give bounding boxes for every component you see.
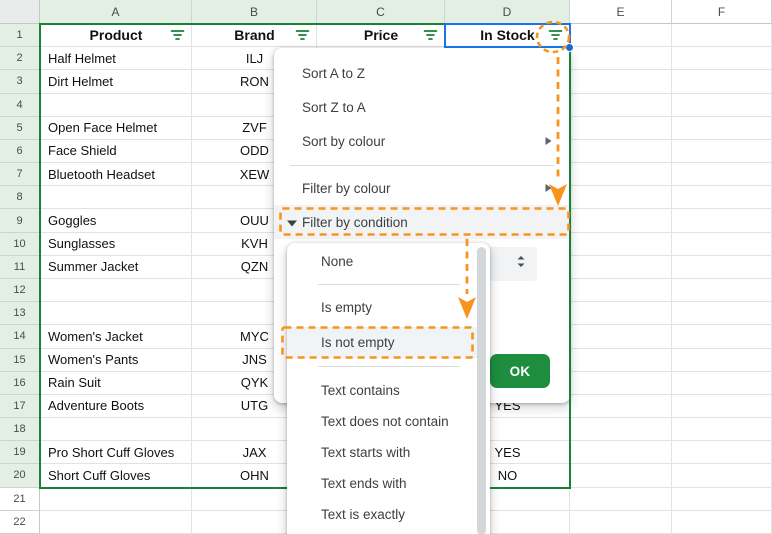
row-header-9[interactable]: 9 [0,209,40,233]
cell-A9-product[interactable]: Goggles [40,209,192,231]
row-header-16[interactable]: 16 [0,371,40,395]
condition-option-text-ends-with[interactable]: Text ends with [287,468,477,499]
cell-A15-product[interactable]: Women's Pants [40,349,192,371]
condition-option-none[interactable]: None [287,246,477,277]
condition-option-text-is-exactly[interactable]: Text is exactly [287,499,477,530]
filter-icon[interactable] [169,28,185,42]
cell-A17-product[interactable]: Adventure Boots [40,395,192,417]
row-header-12[interactable]: 12 [0,278,40,303]
cell-A2-product[interactable]: Half Helmet [40,47,192,69]
header-cell-price[interactable]: Price [317,24,445,46]
column-header-D[interactable]: D [445,0,570,24]
column-header-C[interactable]: C [317,0,445,24]
cell-A6-product[interactable]: Face Shield [40,140,192,162]
header-cell-brand[interactable]: Brand [192,24,317,46]
row-header-1[interactable]: 1 [0,24,40,48]
unfold-more-icon [516,255,526,274]
condition-option-is-empty[interactable]: Is empty [287,292,477,323]
cell-A3-product[interactable]: Dirt Helmet [40,70,192,92]
cell-A19-product[interactable]: Pro Short Cuff Gloves [40,441,192,463]
row-header-10[interactable]: 10 [0,232,40,256]
row-header-14[interactable]: 14 [0,325,40,349]
row-header-15[interactable]: 15 [0,348,40,372]
header-row: Product Brand Price In Stock [40,24,772,48]
column-header-A[interactable]: A [40,0,192,24]
menu-item-label: Sort A to Z [302,65,366,81]
submenu-arrow-icon [545,181,552,196]
row-header-8[interactable]: 8 [0,186,40,210]
condition-option-text-starts-with[interactable]: Text starts with [287,437,477,468]
cell-A7-product[interactable]: Bluetooth Headset [40,163,192,185]
select-all-corner[interactable] [0,0,40,24]
row-header-18[interactable]: 18 [0,418,40,442]
header-label: In Stock [480,27,535,44]
menu-divider [318,366,460,367]
cell-A5-product[interactable]: Open Face Helmet [40,117,192,139]
menu-item-label: Sort by colour [302,133,386,149]
row-header-22[interactable]: 22 [0,510,40,534]
menu-divider [290,165,554,166]
expand-triangle-icon [287,215,297,230]
cell-A10-product[interactable]: Sunglasses [40,233,192,255]
column-header-E[interactable]: E [570,0,672,24]
menu-item-sort-z-to-a[interactable]: Sort Z to A [274,90,570,124]
filter-icon[interactable] [547,28,563,42]
header-cell-in-stock[interactable]: In Stock [445,24,570,46]
spreadsheet-app: ABCDEF 1 2 3 4 5 6 7 8 9 10 11 12 13 14 15 16 17 18 19 20 21… [0,0,772,534]
cell-A20-product[interactable]: Short Cuff Gloves [40,464,192,486]
ok-button[interactable]: OK [490,354,550,388]
submenu-arrow-icon [545,134,552,149]
condition-option-is-not-empty[interactable]: Is not empty [287,327,477,358]
scrollbar-thumb[interactable] [477,247,486,534]
cell-A16-product[interactable]: Rain Suit [40,372,192,394]
menu-item-sort-a-to-z[interactable]: Sort A to Z [274,56,570,90]
filter-icon[interactable] [294,28,310,42]
filter-icon[interactable] [422,28,438,42]
row-header-19[interactable]: 19 [0,441,40,465]
menu-item-label: Filter by colour [302,180,391,196]
menu-item-filter-by-condition[interactable]: Filter by condition [274,205,570,239]
column-header-B[interactable]: B [192,0,317,24]
row-header-4[interactable]: 4 [0,93,40,117]
menu-item-label: Sort Z to A [302,99,366,115]
row-header-13[interactable]: 13 [0,302,40,326]
header-cell-product[interactable]: Product [40,24,192,46]
row-header-3[interactable]: 3 [0,70,40,94]
row-header-7[interactable]: 7 [0,163,40,187]
condition-menu-scrollbar[interactable] [477,247,486,534]
row-header-5[interactable]: 5 [0,116,40,140]
header-label: Price [363,27,399,44]
cell-A11-product[interactable]: Summer Jacket [40,256,192,278]
row-header-11[interactable]: 11 [0,255,40,279]
cell-A14-product[interactable]: Women's Jacket [40,325,192,347]
row-header-17[interactable]: 17 [0,394,40,419]
menu-item-label: Filter by condition [302,214,408,230]
column-header-F[interactable]: F [672,0,772,24]
header-label: Product [89,27,143,44]
condition-option-text-does-not-contain[interactable]: Text does not contain [287,406,477,437]
row-header-6[interactable]: 6 [0,139,40,164]
menu-item-filter-by-colour[interactable]: Filter by colour [274,171,570,205]
condition-option-text-contains[interactable]: Text contains [287,375,477,406]
header-label: Brand [234,27,275,44]
menu-item-sort-by-colour[interactable]: Sort by colour [274,124,570,158]
menu-divider [318,284,460,285]
row-header-21[interactable]: 21 [0,487,40,511]
row-header-20[interactable]: 20 [0,464,40,488]
condition-menu: None Is empty Is not empty Text contains Tex… [287,243,490,534]
row-header-2[interactable]: 2 [0,47,40,71]
